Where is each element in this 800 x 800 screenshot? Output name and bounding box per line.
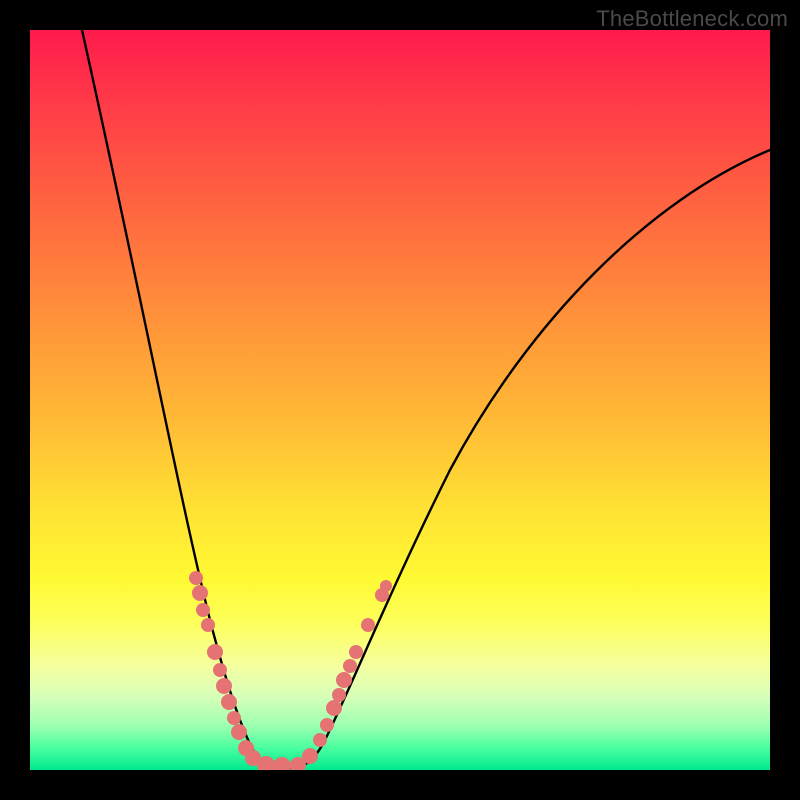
data-marker [320,718,334,732]
data-marker [221,694,237,710]
chart-svg [30,30,770,770]
data-marker [192,585,208,601]
data-marker [213,663,227,677]
data-marker [189,571,203,585]
watermark-text: TheBottleneck.com [596,6,788,32]
data-marker [349,645,363,659]
data-marker [216,678,232,694]
data-marker [201,618,215,632]
data-marker [196,603,210,617]
marker-group [189,571,392,770]
data-marker [227,711,241,725]
curve-left [82,30,288,768]
data-marker [231,724,247,740]
chart-frame [30,30,770,770]
data-marker [380,580,392,592]
data-marker [207,644,223,660]
data-marker [332,688,346,702]
data-marker [361,618,375,632]
curve-right [288,150,770,768]
data-marker [313,733,327,747]
data-marker [302,748,318,764]
data-marker [336,672,352,688]
data-marker [326,700,342,716]
data-marker [343,659,357,673]
data-marker [273,757,291,770]
